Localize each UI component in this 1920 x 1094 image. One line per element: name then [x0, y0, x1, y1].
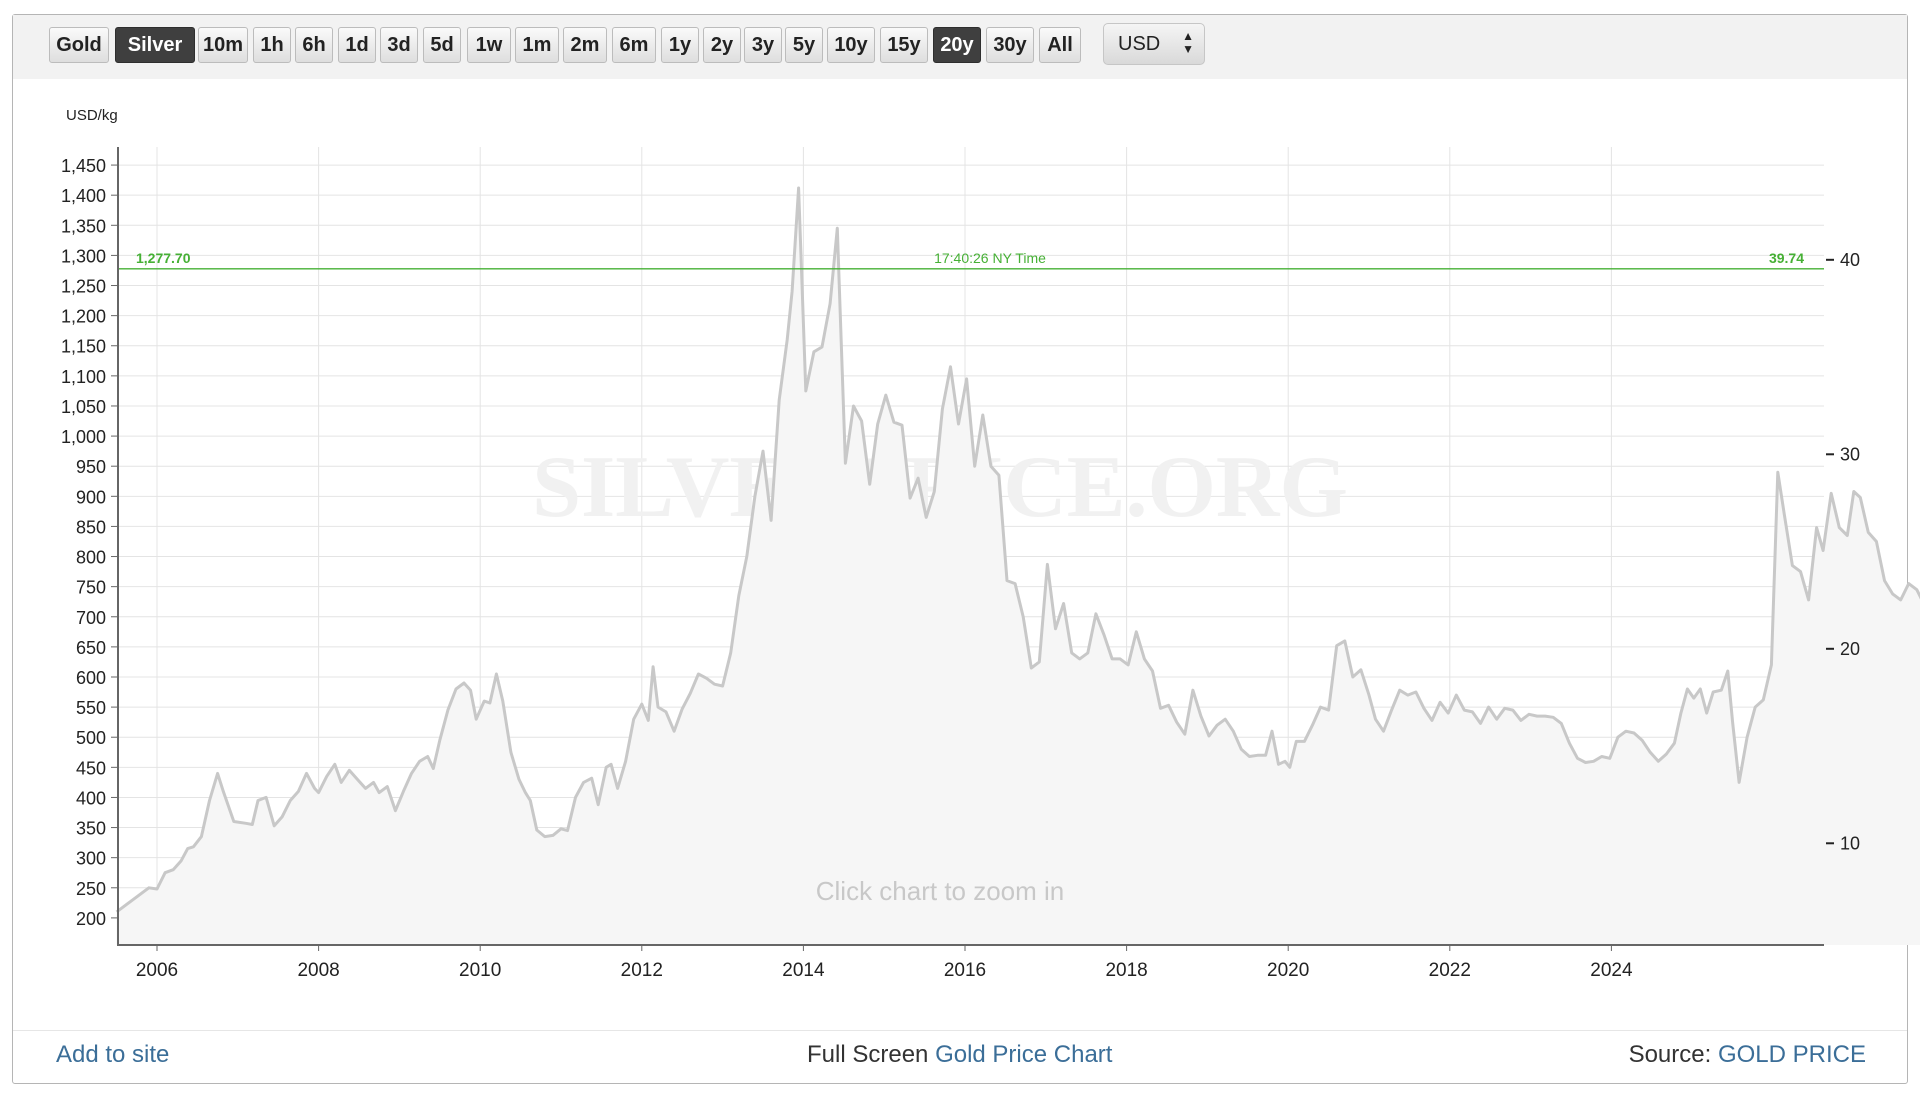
y-tick-label: 1,400 [61, 186, 106, 206]
y-tick-label: 350 [76, 819, 106, 839]
y-tick-label: 1,350 [61, 216, 106, 236]
y-tick-label: 1,200 [61, 307, 106, 327]
y-tick-label: 1,300 [61, 246, 106, 266]
y-tick-label: 850 [76, 517, 106, 537]
y-tick-label: 950 [76, 457, 106, 477]
y-tick-label: 400 [76, 788, 106, 808]
left-y-axis-ticks: 1,450 1,400 1,350 1,300 1,250 1,200 1,150 1,100… [61, 156, 118, 929]
x-axis-ticks: 2006 2008 2010 2012 2014 2016 2018 2020 2022 2024 [136, 945, 1633, 981]
right-y-tick-label: 40 [1840, 250, 1860, 270]
right-y-tick-label: 20 [1840, 639, 1860, 659]
y-tick-label: 300 [76, 849, 106, 869]
y-tick-label: 750 [76, 578, 106, 598]
x-tick-label: 2014 [782, 960, 825, 981]
y-tick-label: 1,050 [61, 397, 106, 417]
y-tick-label: 500 [76, 728, 106, 748]
right-y-tick-label: 30 [1840, 444, 1860, 464]
full-screen-prefix: Full Screen [807, 1041, 929, 1068]
y-tick-label: 600 [76, 668, 106, 688]
source-prefix: Source: [1628, 1041, 1712, 1068]
y-tick-label: 1,150 [61, 337, 106, 357]
x-tick-label: 2018 [1105, 960, 1147, 981]
add-to-site-link[interactable]: Add to site [56, 1041, 169, 1069]
current-price-right-label: 39.74 [1769, 250, 1804, 266]
x-tick-label: 2008 [297, 960, 339, 981]
current-time-label: 17:40:26 NY Time [934, 250, 1046, 266]
y-tick-label: 700 [76, 608, 106, 628]
y-tick-label: 800 [76, 548, 106, 568]
y-tick-label: 450 [76, 758, 106, 778]
current-price-left-label: 1,277.70 [136, 250, 191, 266]
y-tick-label: 200 [76, 909, 106, 929]
y-tick-label: 1,250 [61, 277, 106, 297]
y-tick-label: 900 [76, 487, 106, 507]
x-tick-label: 2010 [459, 960, 501, 981]
source-caption: Source: GOLD PRICE [1629, 1041, 1866, 1069]
zoom-hint-text: Click chart to zoom in [816, 876, 1065, 906]
x-tick-label: 2024 [1590, 960, 1633, 981]
y-axis-unit-label: USD/kg [66, 107, 118, 124]
full-screen-caption: Full Screen Gold Price Chart [807, 1041, 1112, 1069]
y-tick-label: 1,100 [61, 367, 106, 387]
right-y-tick-label: 10 [1840, 833, 1860, 853]
y-tick-label: 1,450 [61, 156, 106, 176]
price-area-fill [116, 188, 1920, 945]
footer-divider [13, 1030, 1907, 1031]
y-tick-label: 250 [76, 879, 106, 899]
current-price-line: 1,277.70 17:40:26 NY Time 39.74 [117, 250, 1824, 270]
y-tick-label: 650 [76, 638, 106, 658]
y-tick-label: 550 [76, 698, 106, 718]
x-tick-label: 2016 [944, 960, 986, 981]
x-tick-label: 2012 [621, 960, 663, 981]
x-tick-label: 2022 [1429, 960, 1471, 981]
gold-price-source-link[interactable]: GOLD PRICE [1718, 1041, 1866, 1068]
x-tick-label: 2006 [136, 960, 178, 981]
gold-price-chart-link[interactable]: Gold Price Chart [935, 1041, 1112, 1068]
price-chart[interactable]: SILVERPRICE.ORG 1,277.70 17:40:26 NY Tim… [0, 0, 1920, 1030]
x-tick-label: 2020 [1267, 960, 1309, 981]
y-tick-label: 1,000 [61, 427, 106, 447]
